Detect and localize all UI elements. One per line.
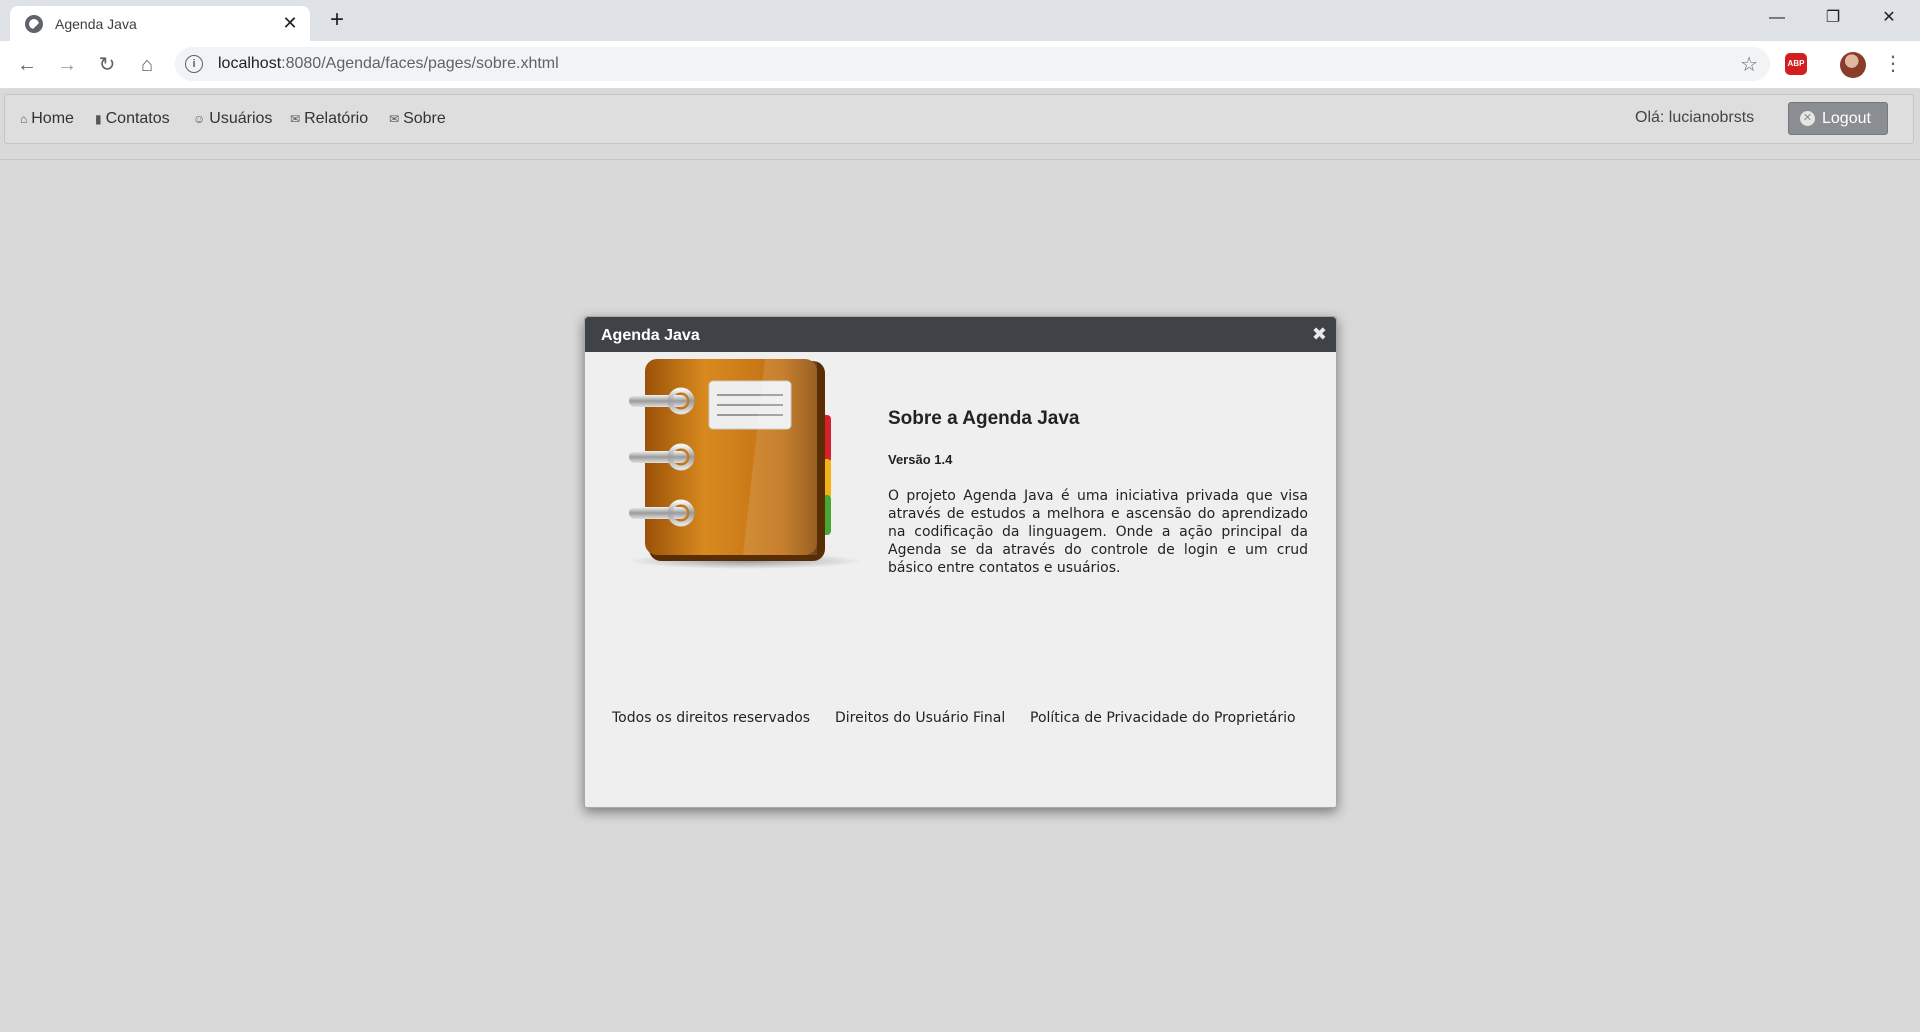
browser-menu-icon[interactable]: ⋮ bbox=[1883, 49, 1903, 79]
user-greeting: Olá: lucianobrsts bbox=[1635, 109, 1755, 126]
dialog-header[interactable]: Agenda Java ✖ bbox=[585, 317, 1336, 352]
close-icon[interactable]: ✖ bbox=[1312, 324, 1327, 345]
about-description: O projeto Agenda Java é uma iniciativa p… bbox=[888, 488, 1308, 576]
browser-tabstrip: Agenda Java ✕ + — ❐ ✕ bbox=[0, 0, 1920, 41]
close-circle-icon: ✕ bbox=[1800, 111, 1815, 126]
home-button[interactable]: ⌂ bbox=[133, 51, 161, 79]
link-rights-reserved[interactable]: Todos os direitos reservados bbox=[612, 710, 810, 726]
agenda-book-icon bbox=[627, 359, 863, 569]
book-icon: ▮ bbox=[95, 112, 102, 126]
globe-icon bbox=[25, 15, 43, 33]
app-menubar: ⌂ Home ▮ Contatos ☺ Usuários ✉ Relatório ✉ So… bbox=[4, 94, 1914, 144]
browser-tab[interactable]: Agenda Java ✕ bbox=[10, 6, 310, 41]
restore-button[interactable]: ❐ bbox=[1810, 4, 1856, 32]
link-privacy-policy[interactable]: Política de Privacidade do Proprietário bbox=[1030, 710, 1296, 726]
info-icon[interactable]: i bbox=[185, 55, 203, 73]
menu-label: Contatos bbox=[105, 110, 170, 127]
menu-item-home[interactable]: ⌂ Home bbox=[20, 110, 74, 128]
home-icon: ⌂ bbox=[20, 112, 28, 126]
user-icon: ☺ bbox=[193, 112, 206, 126]
url-path: :8080/Agenda/faces/pages/sobre.xhtml bbox=[281, 55, 559, 72]
close-tab-icon[interactable]: ✕ bbox=[280, 13, 300, 33]
comment-icon: ✉ bbox=[389, 112, 400, 126]
menu-item-sobre[interactable]: ✉ Sobre bbox=[389, 110, 446, 128]
close-window-button[interactable]: ✕ bbox=[1866, 4, 1912, 32]
version-label: Versão 1.4 bbox=[888, 452, 953, 467]
url-host: localhost bbox=[218, 55, 282, 72]
comment-icon: ✉ bbox=[290, 112, 301, 126]
new-tab-button[interactable]: + bbox=[325, 8, 349, 32]
about-heading: Sobre a Agenda Java bbox=[888, 408, 1080, 429]
forward-button[interactable]: → bbox=[53, 51, 81, 79]
menu-item-contatos[interactable]: ▮ Contatos bbox=[95, 110, 170, 128]
logout-button[interactable]: ✕ Logout bbox=[1788, 102, 1888, 135]
menu-item-usuarios[interactable]: ☺ Usuários bbox=[193, 110, 272, 128]
browser-toolbar: ← → ↻ ⌂ i localhost:8080/Agenda/faces/pa… bbox=[0, 41, 1920, 89]
address-bar[interactable]: i localhost:8080/Agenda/faces/pages/sobr… bbox=[175, 47, 1770, 81]
menu-label: Usuários bbox=[209, 110, 273, 127]
bookmark-star-icon[interactable]: ☆ bbox=[1740, 52, 1758, 77]
logout-label: Logout bbox=[1822, 110, 1871, 127]
dialog-title: Agenda Java bbox=[601, 327, 700, 344]
about-dialog: Agenda Java ✖ Sobre a Agenda Java Versão… bbox=[584, 316, 1337, 808]
link-end-user-rights[interactable]: Direitos do Usuário Final bbox=[835, 710, 1005, 726]
menu-label: Sobre bbox=[403, 110, 446, 127]
menu-item-relatorio[interactable]: ✉ Relatório bbox=[290, 110, 368, 128]
menu-label: Home bbox=[31, 110, 74, 127]
back-button[interactable]: ← bbox=[13, 51, 41, 79]
menu-label: Relatório bbox=[304, 110, 369, 127]
reload-button[interactable]: ↻ bbox=[93, 51, 121, 79]
url-text[interactable]: localhost:8080/Agenda/faces/pages/sobre.… bbox=[218, 55, 559, 73]
tab-title: Agenda Java bbox=[55, 16, 137, 32]
profile-avatar[interactable] bbox=[1840, 52, 1866, 78]
minimize-button[interactable]: — bbox=[1754, 4, 1800, 32]
adblock-extension-icon[interactable]: ABP bbox=[1785, 53, 1807, 75]
